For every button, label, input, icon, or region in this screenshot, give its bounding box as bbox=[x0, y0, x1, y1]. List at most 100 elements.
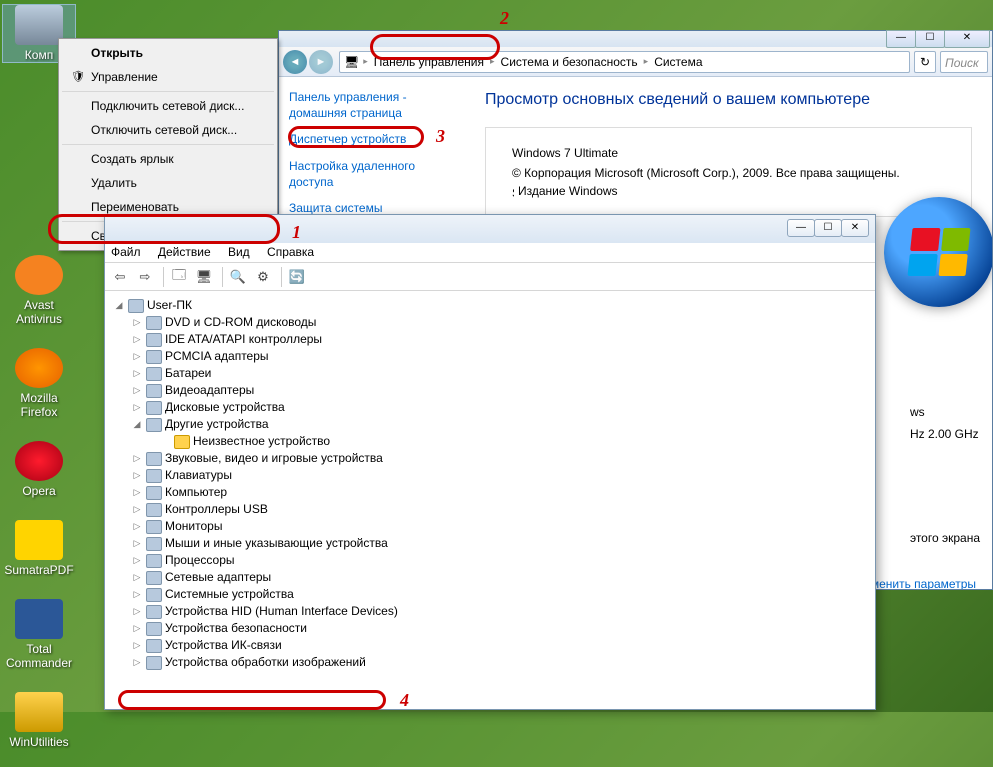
minimize-button[interactable]: — bbox=[787, 219, 815, 237]
device-manager-window: — ☐ ✕ Файл Действие Вид Справка ⇦ ⇨ 🗔 🖥 … bbox=[104, 214, 876, 710]
device-icon bbox=[146, 520, 162, 534]
device-label: Системные устройства bbox=[165, 586, 294, 603]
chevron-right-icon: ▸ bbox=[640, 56, 653, 67]
crumb-system[interactable]: Система bbox=[652, 55, 704, 69]
ctx-open[interactable]: Открыть bbox=[61, 41, 275, 65]
page-title: Просмотр основных сведений о вашем компь… bbox=[485, 91, 972, 109]
tree-category[interactable]: ▷Системные устройства bbox=[113, 586, 867, 603]
edition-name: Windows 7 Ultimate bbox=[500, 146, 957, 160]
annotation-number-3: 3 bbox=[436, 126, 445, 147]
device-tree[interactable]: ◢User-ПК▷DVD и CD-ROM дисководы▷IDE ATA/… bbox=[105, 291, 875, 707]
device-icon bbox=[146, 622, 162, 636]
tree-category[interactable]: ▷Устройства HID (Human Interface Devices… bbox=[113, 603, 867, 620]
device-label: PCMCIA адаптеры bbox=[165, 348, 269, 365]
tb-update-icon[interactable]: ⚙ bbox=[252, 266, 274, 288]
crumb-system-security[interactable]: Система и безопасность bbox=[499, 55, 640, 69]
device-label: Мониторы bbox=[165, 518, 222, 535]
window-chrome: — ☐ ✕ bbox=[279, 31, 992, 47]
tb-refresh-icon[interactable]: 🔄 bbox=[286, 266, 308, 288]
menu-action[interactable]: Действие bbox=[158, 245, 211, 259]
tree-category[interactable]: ▷Видеоадаптеры bbox=[113, 382, 867, 399]
back-button[interactable]: ◄ bbox=[283, 50, 307, 74]
tree-category[interactable]: ▷Клавиатуры bbox=[113, 467, 867, 484]
search-input[interactable]: Поиск bbox=[940, 51, 988, 73]
device-label: Мыши и иные указывающие устройства bbox=[165, 535, 388, 552]
device-icon bbox=[146, 469, 162, 483]
desktop-firefox-icon[interactable]: Mozilla Firefox bbox=[2, 348, 76, 419]
device-label: Процессоры bbox=[165, 552, 235, 569]
crumb-control-panel[interactable]: Панель управления bbox=[372, 55, 486, 69]
desktop-winutil-icon[interactable]: WinUtilities bbox=[2, 692, 76, 749]
device-icon bbox=[146, 367, 162, 381]
device-label: Батареи bbox=[165, 365, 211, 382]
copyright: © Корпорация Microsoft (Microsoft Corp.)… bbox=[500, 166, 957, 180]
forward-button[interactable]: ► bbox=[309, 50, 333, 74]
sidebar-remote-settings[interactable]: Настройка удаленного доступа bbox=[289, 158, 455, 190]
address-bar[interactable]: 🖥 ▸ Панель управления ▸ Система и безопа… bbox=[339, 51, 910, 73]
desktop-sumatra-icon[interactable]: SumatraPDF bbox=[2, 520, 76, 577]
tree-category[interactable]: ▷Мониторы bbox=[113, 518, 867, 535]
ctx-create-shortcut[interactable]: Создать ярлык bbox=[61, 147, 275, 171]
tree-root[interactable]: ◢User-ПК bbox=[113, 297, 867, 314]
device-icon bbox=[146, 503, 162, 517]
tb-forward-icon[interactable]: ⇨ bbox=[134, 266, 156, 288]
maximize-button[interactable]: ☐ bbox=[915, 30, 945, 48]
tb-scan-icon[interactable]: 🔍 bbox=[227, 266, 249, 288]
windows-logo bbox=[884, 197, 992, 307]
toolbar-sep bbox=[222, 267, 223, 287]
device-label: Компьютер bbox=[165, 484, 227, 501]
annotation-number-4: 4 bbox=[400, 690, 409, 711]
desktop-opera-icon[interactable]: Opera bbox=[2, 441, 76, 498]
tree-category[interactable]: ▷Батареи bbox=[113, 365, 867, 382]
minimize-button[interactable]: — bbox=[886, 30, 916, 48]
tree-category[interactable]: ▷PCMCIA адаптеры bbox=[113, 348, 867, 365]
device-label: Звуковые, видео и игровые устройства bbox=[165, 450, 383, 467]
sidebar-home[interactable]: Панель управления - домашняя страница bbox=[289, 89, 455, 121]
ctx-delete[interactable]: Удалить bbox=[61, 171, 275, 195]
tree-category[interactable]: ▷Устройства ИК-связи bbox=[113, 637, 867, 654]
device-icon bbox=[146, 605, 162, 619]
device-label: Неизвестное устройство bbox=[193, 433, 330, 450]
tree-category[interactable]: ▷Устройства безопасности bbox=[113, 620, 867, 637]
tree-device[interactable]: Неизвестное устройство bbox=[113, 433, 867, 450]
device-icon bbox=[146, 452, 162, 466]
device-icon bbox=[146, 571, 162, 585]
menu-view[interactable]: Вид bbox=[228, 245, 250, 259]
maximize-button[interactable]: ☐ bbox=[814, 219, 842, 237]
ctx-manage[interactable]: Управление bbox=[61, 65, 275, 89]
dm-toolbar: ⇦ ⇨ 🗔 🖥 🔍 ⚙ 🔄 bbox=[105, 263, 875, 291]
tree-category[interactable]: ▷Звуковые, видео и игровые устройства bbox=[113, 450, 867, 467]
sidebar-device-manager[interactable]: Диспетчер устройств bbox=[289, 131, 455, 147]
menu-help[interactable]: Справка bbox=[267, 245, 314, 259]
desktop-avast-icon[interactable]: Avast Antivirus bbox=[2, 255, 76, 326]
dm-menubar: Файл Действие Вид Справка bbox=[105, 243, 875, 263]
tb-properties-icon[interactable]: 🗔 bbox=[168, 266, 190, 288]
close-button[interactable]: ✕ bbox=[841, 219, 869, 237]
device-label: Сетевые адаптеры bbox=[165, 569, 271, 586]
device-icon bbox=[128, 299, 144, 313]
tree-category[interactable]: ▷Устройства обработки изображений bbox=[113, 654, 867, 671]
tb-back-icon[interactable]: ⇦ bbox=[109, 266, 131, 288]
chevron-right-icon: ▸ bbox=[359, 56, 372, 67]
device-icon bbox=[174, 435, 190, 449]
tree-category[interactable]: ▷Мыши и иные указывающие устройства bbox=[113, 535, 867, 552]
tree-category[interactable]: ▷Процессоры bbox=[113, 552, 867, 569]
desktop-totalcmd-icon[interactable]: Total Commander bbox=[2, 599, 76, 670]
tree-category[interactable]: ▷Сетевые адаптеры bbox=[113, 569, 867, 586]
tree-category[interactable]: ▷Компьютер bbox=[113, 484, 867, 501]
device-label: Клавиатуры bbox=[165, 467, 232, 484]
menu-file[interactable]: Файл bbox=[111, 245, 141, 259]
ctx-map-drive[interactable]: Подключить сетевой диск... bbox=[61, 94, 275, 118]
system-info-fragments: ws Hz 2.00 GHz этого экрана bbox=[910, 405, 980, 553]
device-icon bbox=[146, 316, 162, 330]
close-button[interactable]: ✕ bbox=[944, 30, 990, 48]
refresh-button[interactable]: ↻ bbox=[914, 51, 936, 73]
tb-computer-icon[interactable]: 🖥 bbox=[193, 266, 215, 288]
tree-category[interactable]: ▷Контроллеры USB bbox=[113, 501, 867, 518]
ctx-unmap-drive[interactable]: Отключить сетевой диск... bbox=[61, 118, 275, 142]
tree-category[interactable]: ▷DVD и CD-ROM дисководы bbox=[113, 314, 867, 331]
device-icon bbox=[146, 333, 162, 347]
tree-category[interactable]: ◢Другие устройства bbox=[113, 416, 867, 433]
tree-category[interactable]: ▷Дисковые устройства bbox=[113, 399, 867, 416]
tree-category[interactable]: ▷IDE ATA/ATAPI контроллеры bbox=[113, 331, 867, 348]
